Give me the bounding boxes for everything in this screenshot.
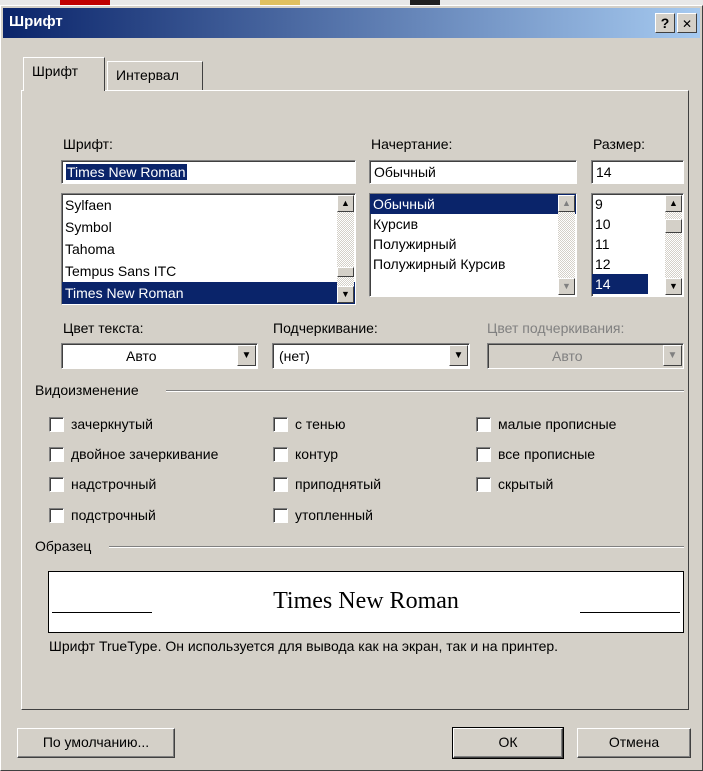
checkbox-box[interactable]: [273, 476, 288, 492]
style-list-item-selected[interactable]: Обычный: [370, 194, 576, 214]
font-dialog: Шрифт ? ✕ Шрифт Интервал Шрифт: Times Ne…: [0, 5, 703, 771]
checkbox-label: с тенью: [295, 416, 346, 432]
scroll-down-icon[interactable]: ▼: [558, 278, 575, 295]
style-input[interactable]: Обычный: [369, 160, 577, 184]
checkbox-label: все прописные: [498, 446, 596, 462]
size-list[interactable]: 9 10 11 12 14 ▲ ▼: [591, 193, 684, 297]
font-list-item[interactable]: Symbol: [62, 216, 355, 238]
preview-text: Times New Roman: [273, 588, 459, 614]
size-label: Размер:: [593, 136, 646, 152]
font-preview: Times New Roman: [48, 571, 684, 633]
checkbox-label: малые прописные: [498, 416, 617, 432]
tab-spacing-label: Интервал: [116, 67, 179, 83]
font-list-scrollbar[interactable]: ▲ ▼: [337, 195, 354, 303]
style-label: Начертание:: [371, 136, 453, 152]
sample-divider: [109, 546, 684, 548]
scroll-down-icon[interactable]: ▼: [665, 278, 682, 295]
scroll-up-icon[interactable]: ▲: [337, 195, 354, 212]
chevron-down-icon[interactable]: ▼: [449, 345, 468, 366]
checkbox-strikethrough[interactable]: зачеркнутый: [49, 416, 153, 432]
checkbox-emboss[interactable]: приподнятый: [273, 476, 381, 492]
checkbox-label: приподнятый: [295, 476, 382, 492]
checkbox-label: подстрочный: [71, 507, 156, 523]
checkbox-subscript[interactable]: подстрочный: [49, 507, 156, 523]
checkbox-box[interactable]: [476, 476, 491, 492]
underline-color-label: Цвет подчеркивания:: [487, 320, 625, 336]
close-icon: ✕: [681, 17, 693, 31]
checkbox-box[interactable]: [49, 476, 64, 492]
size-input[interactable]: 14: [591, 160, 684, 184]
cancel-button[interactable]: Отмена: [577, 728, 691, 758]
tab-spacing[interactable]: Интервал: [107, 61, 203, 91]
scroll-down-icon[interactable]: ▼: [337, 286, 354, 303]
close-button[interactable]: ✕: [677, 13, 697, 33]
scroll-thumb[interactable]: [665, 219, 682, 233]
scroll-up-icon[interactable]: ▲: [558, 195, 575, 212]
font-list-item[interactable]: Tempus Sans ITC: [62, 260, 355, 282]
tab-font[interactable]: Шрифт: [23, 57, 105, 91]
checkbox-hidden[interactable]: скрытый: [476, 476, 553, 492]
checkbox-box[interactable]: [273, 507, 288, 523]
scroll-thumb[interactable]: [337, 267, 354, 277]
style-list-item[interactable]: Полужирный Курсив: [370, 254, 576, 274]
font-name-value: Times New Roman: [66, 164, 187, 180]
style-list-scrollbar[interactable]: ▲ ▼: [558, 195, 575, 295]
tab-font-label: Шрифт: [32, 63, 79, 79]
text-color-label: Цвет текста:: [63, 320, 144, 336]
underline-color-select[interactable]: Авто ▼: [487, 343, 684, 369]
size-list-scrollbar[interactable]: ▲ ▼: [665, 195, 682, 295]
checkbox-label: скрытый: [498, 476, 554, 492]
text-color-select[interactable]: Авто ▼: [61, 343, 258, 369]
checkbox-box[interactable]: [49, 446, 64, 462]
scroll-up-icon[interactable]: ▲: [665, 195, 682, 212]
checkbox-box[interactable]: [273, 416, 288, 432]
size-value: 14: [596, 164, 612, 180]
checkbox-label: утопленный: [295, 507, 373, 523]
checkbox-label: контур: [295, 446, 338, 462]
checkbox-box[interactable]: [476, 446, 491, 462]
style-list[interactable]: Обычный Курсив Полужирный Полужирный Кур…: [369, 193, 577, 297]
font-list[interactable]: Sylfaen Symbol Tahoma Tempus Sans ITC Ti…: [61, 193, 356, 305]
underline-label: Подчеркивание:: [273, 320, 378, 336]
size-list-item-selected[interactable]: 14: [592, 274, 648, 294]
checkbox-label: надстрочный: [71, 476, 157, 492]
ok-button[interactable]: ОК: [452, 727, 564, 759]
checkbox-box[interactable]: [273, 446, 288, 462]
font-list-item[interactable]: Tahoma: [62, 238, 355, 260]
chevron-down-icon[interactable]: ▼: [237, 345, 256, 366]
font-list-item[interactable]: Sylfaen: [62, 194, 355, 216]
checkbox-double-strikethrough[interactable]: двойное зачеркивание: [49, 446, 218, 462]
style-list-item[interactable]: Полужирный: [370, 234, 576, 254]
checkbox-engrave[interactable]: утопленный: [273, 507, 373, 523]
style-value: Обычный: [374, 164, 436, 180]
preview-baseline-right: [580, 612, 680, 613]
checkbox-box[interactable]: [49, 416, 64, 432]
font-label: Шрифт:: [63, 136, 113, 152]
set-default-button[interactable]: По умолчанию...: [17, 728, 175, 758]
checkbox-all-caps[interactable]: все прописные: [476, 446, 595, 462]
checkbox-superscript[interactable]: надстрочный: [49, 476, 156, 492]
font-description: Шрифт TrueType. Он используется для выво…: [49, 638, 559, 654]
effects-label: Видоизменение: [35, 382, 139, 398]
underline-color-value: Авто: [552, 348, 583, 364]
chevron-down-icon[interactable]: ▼: [663, 345, 682, 366]
sample-label: Образец: [35, 538, 92, 554]
checkbox-outline[interactable]: контур: [273, 446, 338, 462]
checkbox-shadow[interactable]: с тенью: [273, 416, 345, 432]
underline-select[interactable]: (нет) ▼: [272, 343, 470, 369]
title-bar[interactable]: Шрифт ? ✕: [3, 8, 700, 38]
font-list-item-selected[interactable]: Times New Roman: [62, 282, 355, 304]
effects-divider: [166, 390, 684, 392]
style-list-item[interactable]: Курсив: [370, 214, 576, 234]
checkbox-box[interactable]: [476, 416, 491, 432]
checkbox-label: двойное зачеркивание: [71, 446, 219, 462]
text-color-value: Авто: [126, 348, 157, 364]
font-name-input[interactable]: Times New Roman: [61, 160, 356, 184]
dialog-title: Шрифт: [9, 13, 63, 30]
help-button[interactable]: ?: [655, 13, 675, 33]
checkbox-small-caps[interactable]: малые прописные: [476, 416, 616, 432]
checkbox-label: зачеркнутый: [71, 416, 153, 432]
underline-value: (нет): [279, 348, 310, 364]
checkbox-box[interactable]: [49, 507, 64, 523]
